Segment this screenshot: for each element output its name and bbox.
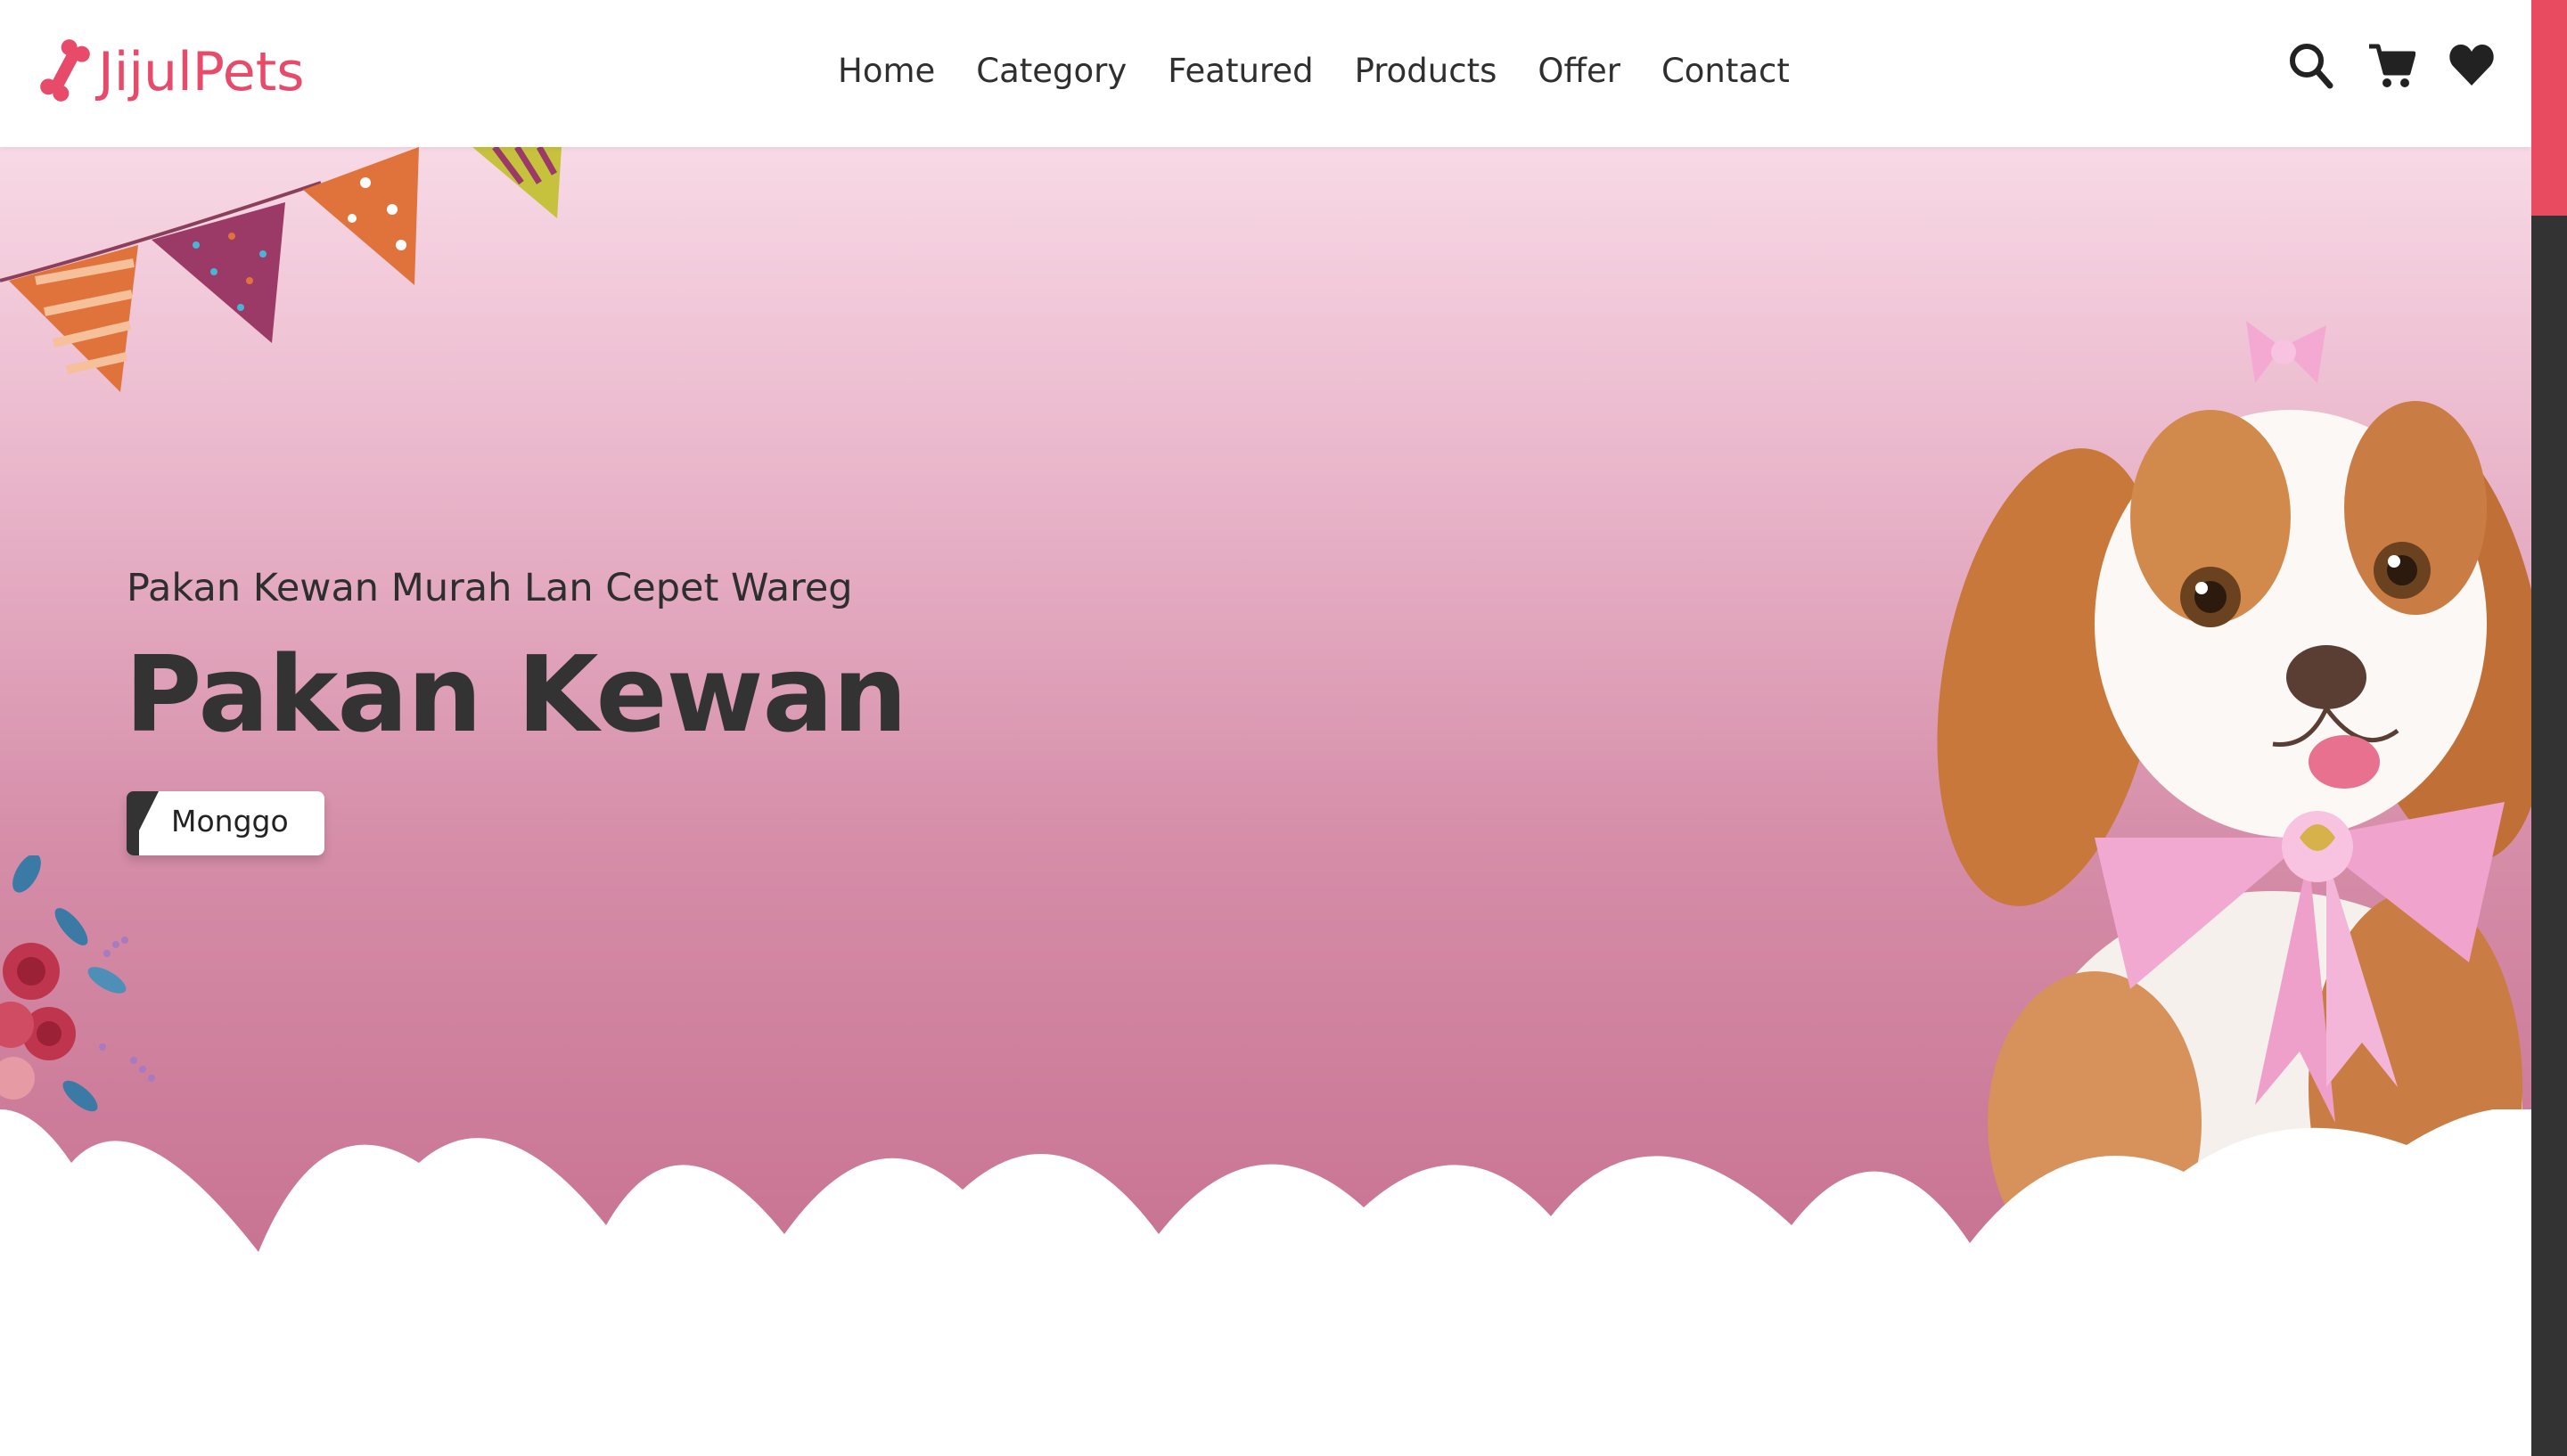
main-nav: Home Category Featured Products Offer Co… xyxy=(838,45,1831,98)
hero-title: Pakan Kewan xyxy=(125,633,907,756)
bone-icon xyxy=(37,36,93,109)
nav-featured[interactable]: Featured xyxy=(1168,45,1313,98)
nav-offer[interactable]: Offer xyxy=(1538,45,1620,98)
brand-name: JijulPets xyxy=(98,41,305,103)
flowers-decoration xyxy=(0,855,155,1112)
site-header: JijulPets Home Category Featured Product… xyxy=(0,0,2531,147)
nav-products[interactable]: Products xyxy=(1355,45,1497,98)
scrollbar-thumb[interactable] xyxy=(2531,0,2567,216)
nav-contact[interactable]: Contact xyxy=(1661,45,1790,98)
hero-subtitle: Pakan Kewan Murah Lan Cepet Wareg xyxy=(127,566,853,610)
heart-icon[interactable] xyxy=(2448,39,2496,91)
cta-label: Monggo xyxy=(171,804,289,838)
bunting-decoration xyxy=(0,147,562,392)
hero-cta-button[interactable]: Monggo xyxy=(127,791,324,855)
nav-home[interactable]: Home xyxy=(838,45,935,98)
page-scrollbar[interactable] xyxy=(2531,0,2567,1456)
cloud-divider xyxy=(0,1109,2531,1456)
nav-category[interactable]: Category xyxy=(976,45,1127,98)
brand-logo[interactable]: JijulPets xyxy=(37,34,304,110)
header-icons xyxy=(2287,39,2496,91)
cart-icon[interactable] xyxy=(2367,39,2416,91)
search-icon[interactable] xyxy=(2287,39,2335,91)
